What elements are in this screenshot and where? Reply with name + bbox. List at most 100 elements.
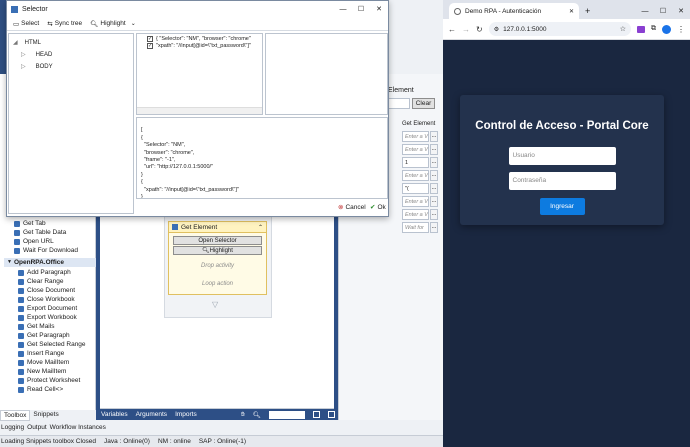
overview-icon[interactable] [328,411,335,418]
selector-json-text[interactable]: [{ "Selector": "NM", "browser": "chrome"… [136,117,388,199]
zoom-icon[interactable]: 🔍︎ [253,411,261,419]
clear-button[interactable]: Clear [412,98,435,109]
forward-icon[interactable]: → [462,25,470,34]
toolbox-item[interactable]: Get Mails [14,322,96,331]
highlight-button[interactable]: 🔍︎Highlight [173,246,262,255]
ellipsis-button[interactable]: ... [430,144,438,155]
tab-variables[interactable]: Variables [101,411,128,418]
maximize-icon[interactable]: ☐ [352,5,370,13]
collapse-icon[interactable]: ⌃ [258,224,263,231]
property-inputs: Enter a V... Enter a V... 1... Enter a V… [402,131,442,235]
toolbox-item[interactable]: Get Paragraph [14,331,96,340]
search-icon: 🔍︎ [90,20,99,28]
submit-button[interactable]: Ingresar [539,198,585,215]
toolbox-item[interactable]: Get Selected Range [14,340,96,349]
property-input[interactable]: "( [402,183,429,194]
sync-tree-button[interactable]: ⇆ Sync tree [44,18,85,30]
toolbox-item[interactable]: Export Document [14,304,96,313]
back-icon[interactable]: ← [448,25,456,34]
toolbox-item[interactable]: Clear Range [14,277,96,286]
toolbox-item[interactable]: Add Paragraph [14,268,96,277]
property-input[interactable]: 1 [402,157,429,168]
checkbox[interactable]: ✓ [147,36,153,42]
ellipsis-button[interactable]: ... [430,222,438,233]
toolbox-item[interactable]: Get Tab [10,219,96,228]
ellipsis-button[interactable]: ... [430,183,438,194]
ellipsis-button[interactable]: ... [430,196,438,207]
toolbox-item[interactable]: Read Cell<> [14,385,96,394]
address-bar[interactable]: ⚙ 127.0.0.1:5000 ☆ [488,22,631,36]
tab-output[interactable]: Output [27,424,47,434]
browser-tab[interactable]: Demo RPA - Autenticación ✕ [449,3,579,19]
toolbox-item[interactable]: Export Workbook [14,313,96,322]
properties-search[interactable] [388,98,410,109]
ellipsis-button[interactable]: ... [430,131,438,142]
close-icon[interactable]: ✕ [370,5,388,13]
toolbox-item[interactable]: New MailItem [14,367,96,376]
tab-toolbox[interactable]: Toolbox [0,410,31,421]
toolbox-item[interactable]: Protect Worksheet [14,376,96,385]
ellipsis-button[interactable]: ... [430,157,438,168]
tree-node-html[interactable]: ◢ HTML [13,39,133,46]
toolbox-item[interactable]: Get Table Data [10,228,96,237]
minimize-icon[interactable]: — [334,6,352,13]
username-field[interactable]: Usuario [508,147,616,165]
chrome-toolbar: ← → ↻ ⚙ 127.0.0.1:5000 ☆ ⧉ ⋮ [443,19,690,40]
property-row[interactable]: ✓ { "Selector": "NM", "browser": "chrome… [147,36,262,42]
expand-icon[interactable]: ▷ [21,52,26,58]
property-input[interactable]: Enter a V [402,196,429,207]
property-input[interactable]: Enter a V [402,144,429,155]
tree-node-head[interactable]: ▷ HEAD [21,51,133,58]
tab-imports[interactable]: Imports [175,411,197,418]
activity-icon [18,296,24,303]
select-button[interactable]: ▭ Select [10,18,42,30]
get-element-activity[interactable]: Get Element ⌃ Open Selector 🔍︎Highlight … [168,221,267,295]
password-field[interactable]: Contraseña [508,172,616,190]
ellipsis-button[interactable]: ... [430,170,438,181]
property-input[interactable]: Enter a V [402,170,429,181]
maximize-icon[interactable]: ☐ [654,7,672,15]
tab-snippets[interactable]: Snippets [30,410,61,421]
expand-icon[interactable]: ▷ [21,64,26,70]
bookmark-star-icon[interactable]: ☆ [620,25,626,33]
pan-icon[interactable]: ✋︎ [241,411,245,419]
designer-tabs: Variables Arguments Imports ✋︎ 🔍︎ [98,409,338,420]
reload-icon[interactable]: ↻ [476,25,483,34]
horizontal-scrollbar[interactable] [137,107,262,114]
extension-icon[interactable] [637,25,645,33]
toolbox-item[interactable]: Wait For Download [10,246,96,255]
toolbox-item[interactable]: Insert Range [14,349,96,358]
site-info-icon[interactable]: ⚙ [494,26,499,33]
open-selector-button[interactable]: Open Selector [173,236,262,245]
extensions-puzzle-icon[interactable]: ⧉ [651,25,656,33]
tab-workflow-instances[interactable]: Workflow Instances [50,424,106,434]
toolbox-group-office[interactable]: ▼ OpenRPA.Office [4,258,96,267]
ellipsis-button[interactable]: ... [430,209,438,220]
profile-icon[interactable] [662,24,671,34]
toolbox-item[interactable]: Close Workbook [14,295,96,304]
close-icon[interactable]: ✕ [672,7,690,15]
property-input[interactable]: Enter a V [402,209,429,220]
more-icon[interactable]: ⌄ [131,20,136,27]
tab-logging[interactable]: Logging [1,424,24,434]
toolbox-item[interactable]: Open URL [10,237,96,246]
highlight-button[interactable]: 🔍︎Highlight [87,18,129,30]
toolbox-item[interactable]: Move MailItem [14,358,96,367]
close-tab-icon[interactable]: ✕ [569,8,574,15]
zoom-select[interactable] [269,410,305,419]
checkbox[interactable]: ✓ [147,43,153,49]
property-input[interactable]: Wait for [402,222,429,233]
expand-icon[interactable]: ◢ [13,40,18,46]
tree-node-body[interactable]: ▷ BODY [21,63,133,70]
selector-toolbar: ▭ Select ⇆ Sync tree 🔍︎ Highlight ⌄ [7,17,388,31]
new-tab-icon[interactable]: + [585,6,590,16]
property-input[interactable]: Enter a V [402,131,429,142]
ok-button[interactable]: ✔ Ok [367,201,389,213]
property-row[interactable]: ✓ "xpath": "//input[@id=\"txt_password\"… [147,43,262,49]
toolbox-item[interactable]: Close Document [14,286,96,295]
cancel-button[interactable]: ⊗ Cancel [335,201,369,213]
fit-icon[interactable] [313,411,320,418]
menu-icon[interactable]: ⋮ [677,25,685,34]
minimize-icon[interactable]: — [636,8,654,15]
tab-arguments[interactable]: Arguments [136,411,167,418]
